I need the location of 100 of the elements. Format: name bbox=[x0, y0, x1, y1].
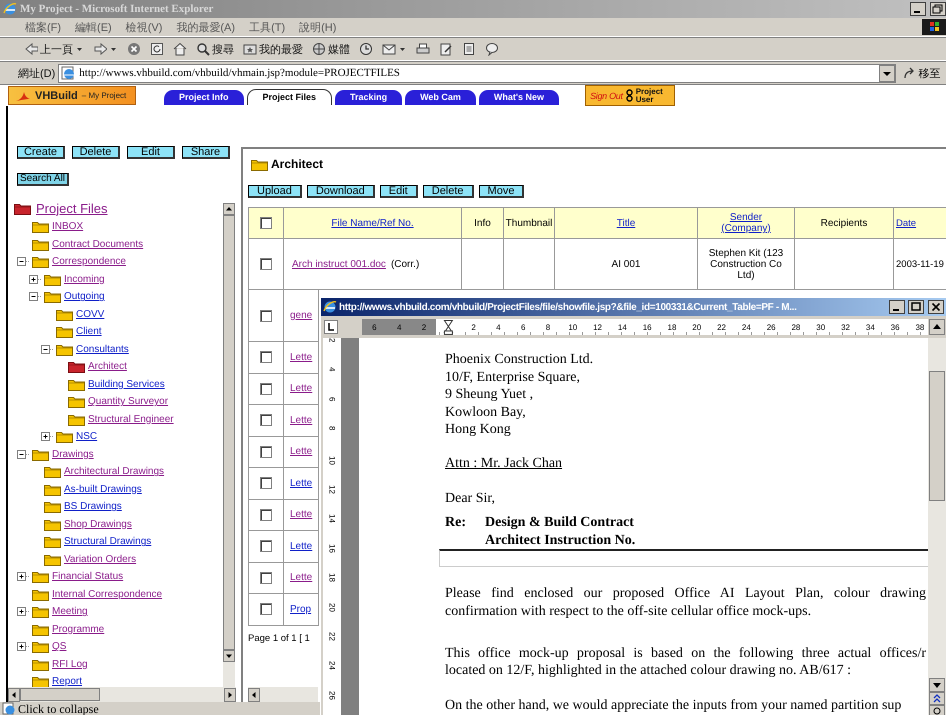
folder-star-button[interactable]: 我的最愛 bbox=[241, 42, 305, 56]
checkbox[interactable] bbox=[260, 382, 272, 395]
tree-item-link[interactable]: QS bbox=[52, 641, 66, 652]
tree-item-link[interactable]: Variation Orders bbox=[64, 554, 136, 565]
column-header-link[interactable]: Title bbox=[555, 208, 698, 239]
action-button[interactable]: Move bbox=[478, 185, 524, 198]
menu-item[interactable]: 檔案(F) bbox=[18, 20, 68, 34]
ruler-number: 30 bbox=[815, 322, 826, 332]
address-field[interactable]: http://wwws.vhbuild.com/vhbuild/vhmain.jsp?module=PROJECTFILES bbox=[58, 64, 896, 82]
column-header-link[interactable]: Sender (Company) bbox=[698, 208, 795, 239]
tree-item-link[interactable]: As-built Drawings bbox=[64, 484, 142, 495]
file-link[interactable]: Lette bbox=[290, 383, 312, 394]
tree-item-link[interactable]: INBOX bbox=[52, 221, 84, 232]
nav-tab[interactable]: Web Cam bbox=[405, 90, 476, 105]
ruler-number: 26 bbox=[328, 690, 336, 702]
tree-item-link[interactable]: Consultants bbox=[76, 344, 129, 355]
go-button[interactable]: 移至 bbox=[899, 66, 940, 80]
column-header-link[interactable]: Date bbox=[894, 208, 946, 239]
file-link[interactable]: Lette bbox=[290, 446, 312, 458]
tree-item-link[interactable]: RFI Log bbox=[52, 658, 88, 670]
tree-item-link[interactable]: Architectural Drawings bbox=[64, 466, 164, 478]
speech-bubble-button[interactable] bbox=[483, 42, 501, 56]
action-button[interactable]: Create bbox=[17, 146, 65, 159]
tree-item-link[interactable]: Programme bbox=[52, 624, 104, 635]
tree-item-link[interactable]: Meeting bbox=[52, 606, 88, 618]
tree-item-link[interactable]: Architect bbox=[88, 361, 127, 372]
checkbox[interactable] bbox=[260, 572, 272, 584]
checkbox[interactable] bbox=[260, 603, 272, 616]
maximize-icon bbox=[908, 300, 924, 314]
action-button[interactable]: Delete bbox=[422, 185, 474, 198]
file-link[interactable]: Lette bbox=[290, 509, 312, 520]
expand-icon bbox=[17, 606, 29, 618]
tree-item-link[interactable]: Drawings bbox=[52, 448, 94, 460]
file-link[interactable]: gene bbox=[290, 310, 312, 321]
action-button[interactable]: Edit bbox=[127, 146, 175, 159]
tree-item-link[interactable]: NSC bbox=[76, 431, 98, 442]
project-user-link[interactable]: Project User bbox=[636, 88, 670, 104]
tree-item-link[interactable]: Contract Documents bbox=[52, 238, 144, 250]
refresh-button[interactable] bbox=[148, 42, 166, 56]
tree-item-link[interactable]: Incoming bbox=[64, 274, 105, 285]
checkbox[interactable] bbox=[260, 446, 272, 458]
menu-item[interactable]: 說明(H) bbox=[292, 20, 344, 34]
menu-item[interactable]: 檢視(V) bbox=[118, 20, 170, 34]
tree-item-link[interactable]: Structural Engineer bbox=[88, 414, 174, 425]
nav-tab[interactable]: Tracking bbox=[335, 90, 402, 105]
menu-item[interactable]: 編輯(E) bbox=[68, 20, 119, 34]
tree-item-link[interactable]: Shop Drawings bbox=[64, 518, 132, 530]
checkbox[interactable] bbox=[260, 351, 272, 364]
clock-button[interactable] bbox=[357, 42, 375, 56]
action-button[interactable]: Share bbox=[182, 146, 230, 159]
action-button[interactable]: Edit bbox=[380, 185, 418, 198]
tree-item-link[interactable]: Report bbox=[52, 676, 82, 687]
checkbox[interactable] bbox=[260, 414, 272, 426]
nav-tab[interactable]: Project Files bbox=[246, 89, 332, 105]
tree-item-link[interactable]: Correspondence bbox=[52, 256, 126, 268]
menu-item[interactable]: 工具(T) bbox=[242, 20, 292, 34]
nav-tab[interactable]: What's New bbox=[478, 90, 560, 105]
globe-button[interactable]: 媒體 bbox=[310, 42, 352, 56]
tree-item-link[interactable]: Quantity Surveyor bbox=[88, 396, 168, 408]
printer-button[interactable] bbox=[414, 42, 432, 56]
action-button[interactable]: Upload bbox=[248, 185, 302, 198]
checkbox[interactable] bbox=[260, 477, 272, 490]
file-link[interactable]: Prop bbox=[290, 604, 312, 615]
tree-root-link[interactable]: Project Files bbox=[36, 200, 108, 216]
file-link[interactable]: Arch instruct 001.doc bbox=[292, 258, 386, 270]
checkbox[interactable] bbox=[260, 508, 272, 521]
nav-tab[interactable]: Project Info bbox=[164, 90, 244, 105]
mail-button[interactable] bbox=[380, 42, 398, 56]
checkbox[interactable] bbox=[260, 540, 272, 552]
salutation: Dear Sir, bbox=[445, 490, 496, 508]
ruler-number: 20 bbox=[691, 322, 702, 332]
file-link[interactable]: Lette bbox=[290, 478, 312, 489]
file-link[interactable]: Lette bbox=[290, 352, 312, 363]
tree-item-link[interactable]: Client bbox=[76, 326, 102, 338]
action-button[interactable]: Delete bbox=[72, 146, 120, 159]
horizontal-scrollbar[interactable] bbox=[248, 687, 318, 702]
menu-item[interactable]: 我的最愛(A) bbox=[169, 20, 242, 34]
search-all-button[interactable]: Search All bbox=[17, 173, 70, 186]
back-arrow-button[interactable]: 上一頁 bbox=[22, 42, 75, 56]
checkbox[interactable] bbox=[260, 258, 272, 270]
tree-item-link[interactable]: Financial Status bbox=[52, 571, 124, 582]
action-button[interactable]: Download bbox=[306, 185, 375, 198]
tree-item-link[interactable]: COVV bbox=[76, 308, 104, 320]
tree-item-link[interactable]: Structural Drawings bbox=[64, 536, 152, 548]
tree-item-link[interactable]: Internal Correspondence bbox=[52, 588, 162, 600]
tree-item-link[interactable]: Outgoing bbox=[64, 291, 105, 302]
checkbox[interactable] bbox=[260, 217, 272, 229]
horizontal-scrollbar[interactable] bbox=[8, 687, 236, 702]
minimize-icon bbox=[889, 300, 905, 314]
stop-button[interactable] bbox=[125, 42, 143, 56]
tree-item-link[interactable]: BS Drawings bbox=[64, 501, 122, 512]
column-header: Recipients bbox=[795, 208, 894, 239]
home-button[interactable] bbox=[171, 42, 189, 56]
file-link[interactable]: Lette bbox=[290, 414, 312, 426]
file-link[interactable]: Lette bbox=[290, 572, 312, 584]
tree-item-link[interactable]: Building Services bbox=[88, 378, 165, 390]
file-link[interactable]: Lette bbox=[290, 540, 312, 552]
checkbox[interactable] bbox=[260, 310, 272, 322]
column-header-link[interactable]: File Name/Ref No. bbox=[284, 208, 462, 239]
search-button[interactable]: 搜尋 bbox=[194, 42, 236, 56]
